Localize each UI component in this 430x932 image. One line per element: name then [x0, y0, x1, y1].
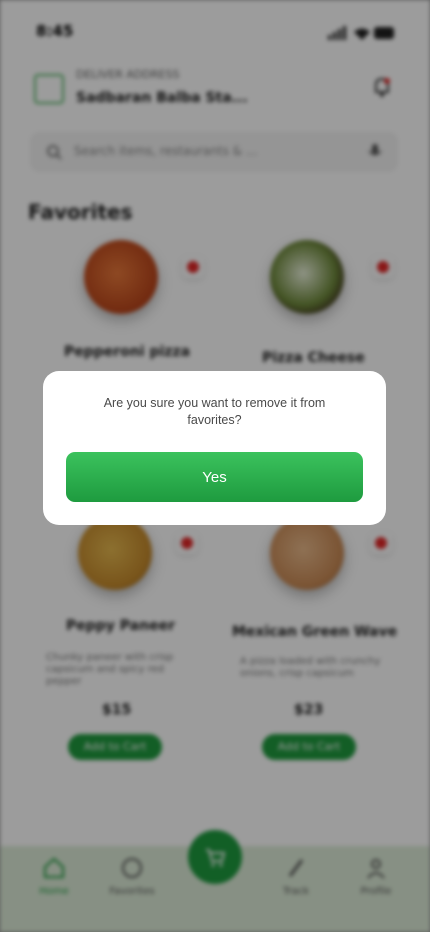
confirm-remove-dialog: Are you sure you want to remove it from … — [43, 371, 386, 525]
dialog-message: Are you sure you want to remove it from … — [103, 396, 326, 427]
yes-button[interactable]: Yes — [66, 452, 363, 502]
